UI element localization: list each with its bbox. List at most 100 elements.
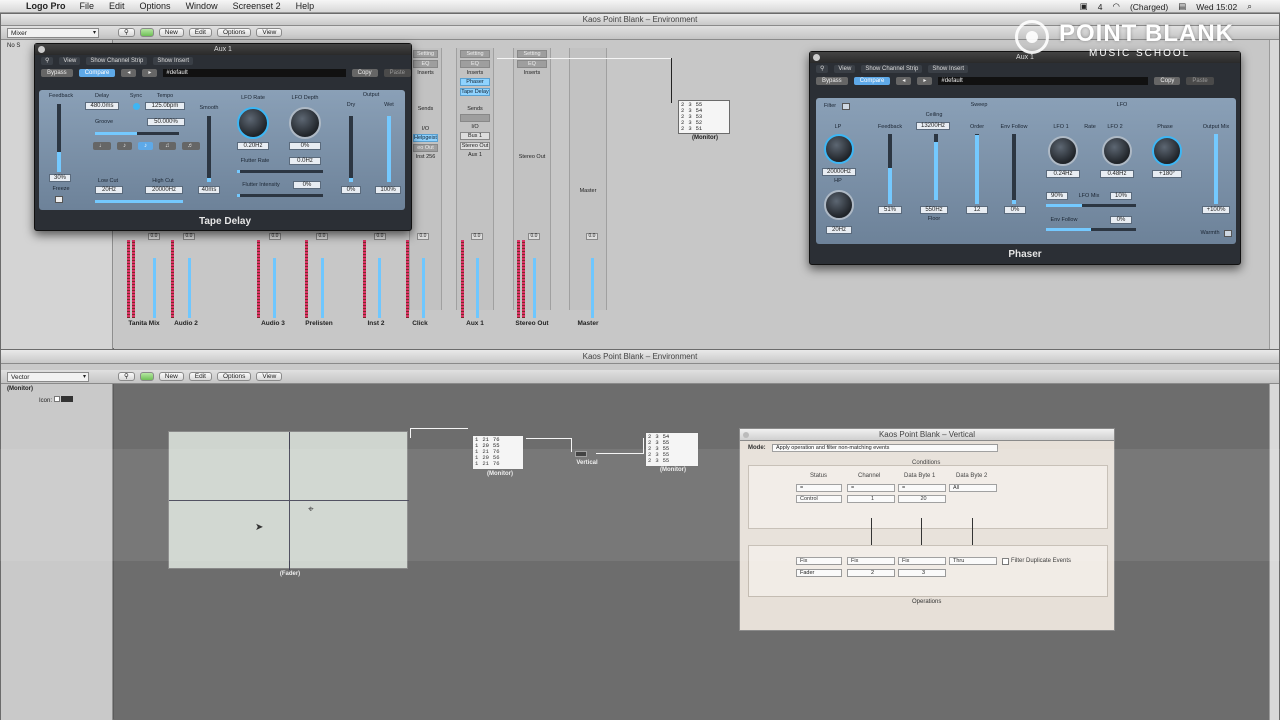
menu-app[interactable]: Logo Pro — [26, 1, 66, 11]
insert-phaser[interactable]: Phaser — [460, 78, 490, 86]
flag-icon[interactable]: ▤ — [1178, 1, 1186, 12]
menu-screenset[interactable]: Screenset 2 — [233, 1, 281, 11]
prev-preset-button[interactable]: ◂ — [121, 69, 137, 77]
lfo1-value[interactable]: 0.24Hz — [1046, 170, 1080, 178]
fader-track[interactable] — [273, 258, 276, 318]
flutter-rate-value[interactable]: 0.0Hz — [289, 157, 321, 165]
spotlight-icon[interactable]: ⌕ — [1247, 1, 1252, 12]
env-follow2-slider[interactable] — [1046, 228, 1136, 231]
setting-slot[interactable]: Setting — [517, 50, 547, 58]
floor-value[interactable]: 550Hz — [920, 206, 948, 214]
warmth-checkbox[interactable] — [1224, 230, 1232, 237]
lfo-rate-value[interactable]: 0.20Hz — [237, 142, 269, 150]
screen-icon[interactable]: ▣ — [1080, 1, 1088, 12]
ceiling-value[interactable]: 13200Hz — [916, 122, 950, 130]
lfo-depth-value[interactable]: 0% — [289, 142, 321, 150]
output-mix-value[interactable]: +100% — [1202, 206, 1230, 214]
output-slot[interactable]: eo Out — [413, 144, 438, 152]
insert-tape-delay[interactable]: Tape Delay — [460, 88, 490, 96]
bottom-scrollbar[interactable] — [1269, 384, 1279, 720]
compare-button[interactable]: Compare — [853, 77, 891, 85]
wet-slider[interactable] — [387, 116, 391, 182]
layer-popup[interactable]: Vector — [7, 371, 89, 382]
close-icon[interactable] — [743, 432, 749, 438]
next-preset-button[interactable]: ▸ — [917, 77, 933, 85]
bypass-button[interactable]: Bypass — [816, 77, 848, 85]
phase-knob[interactable] — [1152, 136, 1182, 166]
lfo2-value[interactable]: 0.48Hz — [1100, 170, 1134, 178]
feedback-value[interactable]: 30% — [49, 174, 71, 182]
bypass-button[interactable]: Bypass — [41, 69, 73, 77]
env-follow2-value[interactable]: 0% — [1110, 216, 1132, 224]
fader-track[interactable] — [378, 258, 381, 318]
preset-field[interactable]: #default — [938, 77, 1149, 85]
cut-slider[interactable] — [95, 200, 183, 203]
eq-slot[interactable]: EQ — [517, 60, 547, 68]
data-byte1-operation[interactable]: Fix — [898, 557, 946, 565]
ceiling-slider[interactable] — [934, 134, 938, 200]
close-icon[interactable] — [813, 54, 820, 61]
menu-file[interactable]: File — [80, 1, 95, 11]
link-icon[interactable]: ⚲ — [41, 57, 54, 65]
lfo-rate-knob[interactable] — [237, 107, 269, 139]
hp-knob[interactable] — [824, 190, 854, 220]
tape-delay-title[interactable]: Aux 1 — [35, 44, 411, 55]
status-value[interactable]: Control — [796, 495, 842, 503]
env-follow-value[interactable]: 0% — [1004, 206, 1026, 214]
link-button[interactable]: ⚲ — [118, 372, 135, 381]
delay-value[interactable]: 480.0ms — [85, 102, 119, 110]
monitor-object[interactable]: 2 3 55 2 3 54 2 3 53 2 3 52 2 3 51 — [678, 100, 730, 134]
show-insert-menu[interactable]: Show Insert — [928, 65, 969, 73]
link-icon[interactable]: ⚲ — [816, 65, 829, 73]
edit-menu[interactable]: Edit — [188, 372, 212, 381]
groove-value[interactable]: 50.000% — [147, 118, 185, 126]
data-byte1-value[interactable]: 20 — [898, 495, 946, 503]
low-cut-value[interactable]: 20Hz — [95, 186, 123, 194]
paste-button[interactable]: Paste — [383, 69, 411, 77]
copy-button[interactable]: Copy — [1154, 77, 1181, 85]
order-slider[interactable] — [975, 134, 979, 204]
phase-value[interactable]: +180° — [1152, 170, 1182, 178]
tempo-value[interactable]: 125.0bpm — [145, 102, 185, 110]
crosshair-icon[interactable]: ⌖ — [308, 504, 314, 515]
new-menu[interactable]: New — [158, 372, 184, 381]
high-cut-value[interactable]: 20000Hz — [145, 186, 183, 194]
fader-track[interactable] — [533, 258, 536, 318]
view-menu[interactable]: View — [256, 372, 283, 381]
show-channel-strip-menu[interactable]: Show Channel Strip — [86, 57, 148, 65]
options-menu[interactable]: Options — [216, 28, 252, 37]
view-menu[interactable]: View — [256, 28, 283, 37]
paste-button[interactable]: Paste — [1186, 77, 1214, 85]
lfo-mix-b-value[interactable]: 10% — [1110, 192, 1132, 200]
battery-status[interactable]: (Charged) — [1130, 2, 1168, 12]
input-bus[interactable]: Bus 1 — [460, 132, 490, 140]
input-slot[interactable]: Helpgeist — [413, 134, 438, 142]
notification-count[interactable]: 4 — [1098, 2, 1103, 12]
menu-options[interactable]: Options — [140, 1, 171, 11]
order-value[interactable]: 12 — [966, 206, 988, 214]
mode-popup[interactable]: Apply operation and filter non-matching … — [772, 444, 998, 452]
fader-track[interactable] — [153, 258, 156, 318]
fader-track[interactable] — [188, 258, 191, 318]
filter-checkbox[interactable] — [842, 103, 850, 110]
lp-value[interactable]: 20000Hz — [822, 168, 856, 176]
preset-field[interactable]: #default — [163, 69, 346, 77]
copy-button[interactable]: Copy — [351, 69, 378, 77]
fader-track[interactable] — [591, 258, 594, 318]
data-byte1-op-value[interactable]: 3 — [898, 569, 946, 577]
vector-fader-object[interactable]: ⌖ ➤ — [168, 431, 409, 570]
bottom-env-title[interactable]: Kaos Point Blank – Environment — [1, 350, 1279, 364]
monitor-object[interactable]: 1 21 76 1 20 55 1 21 76 1 20 56 1 21 76 — [472, 435, 524, 470]
lfo-mix-a-value[interactable]: 90% — [1046, 192, 1068, 200]
new-menu[interactable]: New — [158, 28, 184, 37]
note-button[interactable]: ♫ — [159, 142, 176, 150]
filter-duplicate-checkbox[interactable] — [1002, 558, 1009, 565]
setting-slot[interactable]: Setting — [460, 50, 490, 58]
view-menu[interactable]: View — [834, 65, 856, 73]
prev-preset-button[interactable]: ◂ — [896, 77, 912, 85]
smooth-value[interactable]: 40ms — [198, 186, 220, 194]
wet-value[interactable]: 100% — [375, 186, 401, 194]
flutter-rate-slider[interactable] — [237, 170, 323, 173]
note-button[interactable]: ♪ — [138, 142, 153, 150]
feedback-slider[interactable] — [888, 134, 892, 204]
